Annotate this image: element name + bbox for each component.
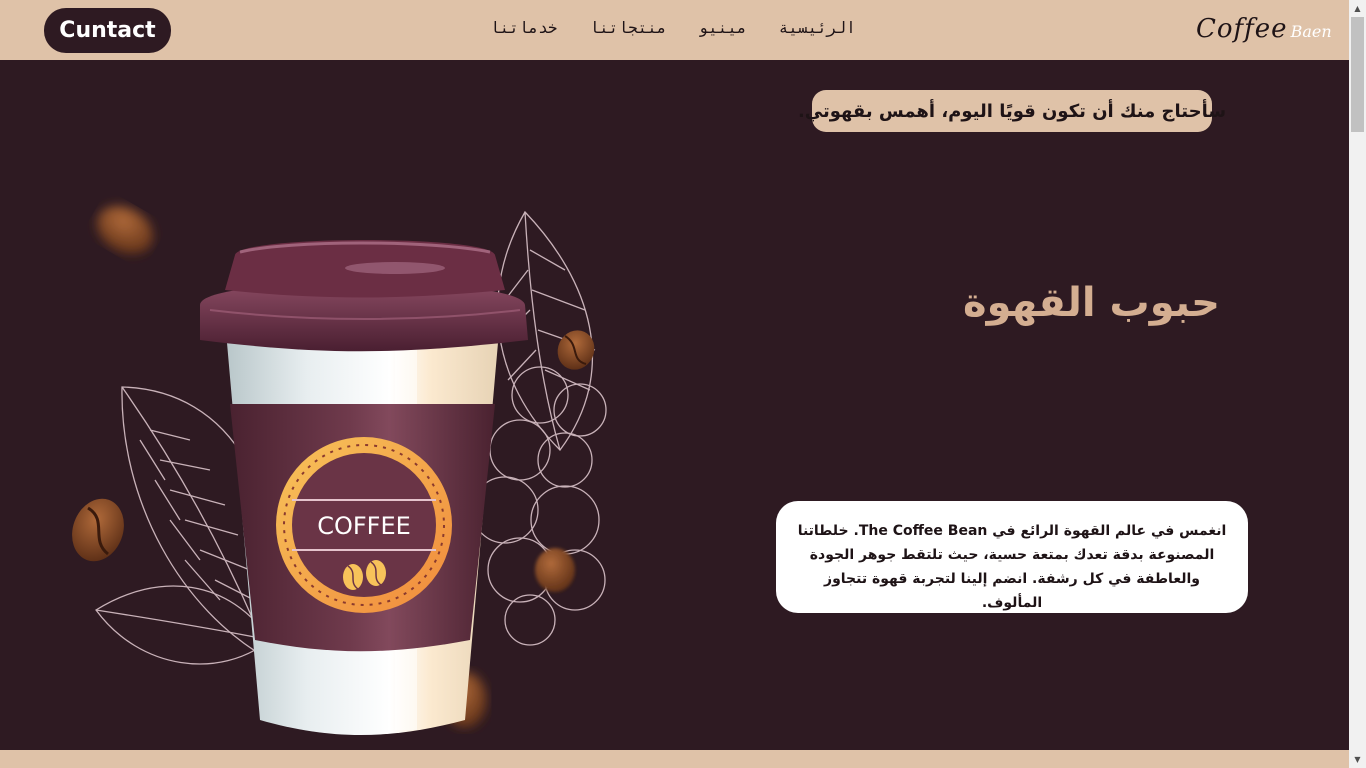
nav-links: الرئيسية مينيو منتجاتنا خدماتنا xyxy=(490,18,856,44)
nav-link-services[interactable]: خدماتنا xyxy=(490,18,557,44)
nav-link-home[interactable]: الرئيسية xyxy=(779,18,856,44)
logo-sub: Baen xyxy=(1290,22,1332,41)
logo-main: Coffee xyxy=(1196,14,1288,44)
scroll-down-arrow-icon[interactable]: ▼ xyxy=(1349,751,1366,768)
hero-title: حبوب القهوة xyxy=(963,280,1220,326)
coffee-badge: COFFEE xyxy=(276,437,452,613)
cup-label: COFFEE xyxy=(317,512,411,540)
scroll-up-arrow-icon[interactable]: ▲ xyxy=(1349,0,1366,17)
coffee-cup-illustration: COFFEE xyxy=(72,205,607,735)
hero-quote: سأحتاج منك أن تكون قويًا اليوم، أهمس بقه… xyxy=(798,90,1226,132)
contact-button[interactable]: Cuntact xyxy=(44,8,171,53)
bottom-strip xyxy=(0,750,1349,768)
page-scrollbar[interactable]: ▲ ▼ xyxy=(1349,0,1366,768)
scroll-thumb[interactable] xyxy=(1351,17,1364,132)
navbar: Cuntact الرئيسية مينيو منتجاتنا خدماتنا … xyxy=(0,0,1349,60)
hero-section: سأحتاج منك أن تكون قويًا اليوم، أهمس بقه… xyxy=(0,60,1349,750)
hero-description: انغمس في عالم القهوة الرائع في The Coffe… xyxy=(776,501,1248,613)
nav-link-products[interactable]: منتجاتنا xyxy=(589,18,666,44)
logo[interactable]: Coffee Baen xyxy=(1196,14,1332,46)
nav-link-menu[interactable]: مينيو xyxy=(699,18,747,44)
